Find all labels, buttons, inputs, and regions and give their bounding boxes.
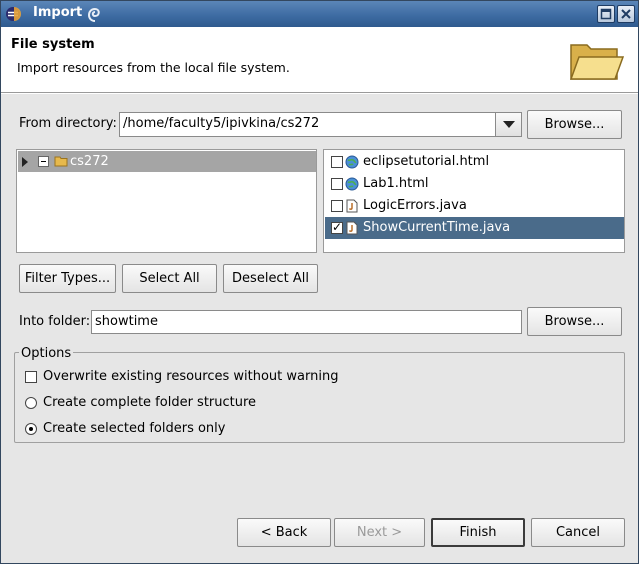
overwrite-label[interactable]: Overwrite existing resources without war… (43, 369, 338, 384)
complete-structure-label[interactable]: Create complete folder structure (43, 395, 256, 410)
into-folder-browse-button[interactable]: Browse... (527, 307, 622, 336)
swirl-icon (88, 7, 100, 22)
file-name: eclipsetutorial.html (363, 154, 490, 169)
file-list[interactable]: eclipsetutorial.html Lab1.html LogicErro… (323, 149, 625, 253)
from-directory-label: From directory: (19, 116, 117, 131)
into-folder-label: Into folder: (19, 314, 91, 329)
tree-checkbox[interactable] (38, 156, 49, 167)
list-item[interactable]: eclipsetutorial.html (325, 151, 624, 173)
expand-arrow-icon[interactable] (22, 157, 28, 167)
java-file-icon (346, 221, 358, 235)
next-button: Next > (334, 518, 425, 547)
close-icon (621, 9, 631, 19)
page-description: Import resources from the local file sys… (17, 60, 290, 75)
file-checkbox[interactable] (331, 220, 343, 234)
eclipse-icon (6, 7, 21, 21)
maximize-icon (600, 8, 612, 20)
wizard-header: File system Import resources from the lo… (1, 27, 638, 93)
list-item[interactable]: Lab1.html (325, 173, 624, 195)
maximize-button[interactable] (597, 5, 615, 23)
open-folder-icon (569, 44, 625, 80)
file-name: LogicErrors.java (363, 198, 467, 213)
page-title: File system (11, 37, 95, 52)
options-title: Options (19, 346, 74, 361)
from-directory-combo[interactable]: /home/faculty5/ipivkina/cs272 (119, 112, 522, 137)
file-checkbox[interactable] (331, 200, 343, 212)
list-item[interactable]: LogicErrors.java (325, 195, 624, 217)
cancel-button[interactable]: Cancel (531, 518, 625, 547)
file-name: Lab1.html (363, 176, 429, 191)
tree-item-cs272[interactable]: cs272 (18, 151, 316, 172)
from-directory-browse-button[interactable]: Browse... (527, 110, 622, 139)
tree-item-label: cs272 (70, 154, 109, 169)
back-button[interactable]: < Back (237, 518, 331, 547)
file-name: ShowCurrentTime.java (363, 220, 511, 235)
title-bar[interactable]: Import (1, 1, 638, 27)
finish-button[interactable]: Finish (431, 518, 525, 547)
select-all-button[interactable]: Select All (122, 264, 217, 293)
html-globe-icon (345, 155, 359, 169)
filter-types-button[interactable]: Filter Types... (19, 264, 116, 293)
into-folder-input[interactable]: showtime (91, 310, 522, 334)
import-dialog: Import File system Import resources from… (0, 0, 639, 564)
folder-tree[interactable]: cs272 (16, 149, 317, 253)
overwrite-checkbox[interactable] (25, 371, 37, 383)
from-directory-value[interactable]: /home/faculty5/ipivkina/cs272 (123, 116, 319, 131)
java-file-icon (346, 199, 358, 213)
list-item[interactable]: ShowCurrentTime.java (325, 217, 624, 239)
header-divider (1, 93, 638, 94)
file-checkbox[interactable] (331, 156, 343, 168)
selected-only-radio[interactable] (25, 423, 37, 435)
complete-structure-radio[interactable] (25, 397, 37, 409)
window-title: Import (33, 5, 83, 20)
selected-only-label[interactable]: Create selected folders only (43, 421, 225, 436)
deselect-all-button[interactable]: Deselect All (223, 264, 318, 293)
file-checkbox[interactable] (331, 178, 343, 190)
html-globe-icon (345, 177, 359, 191)
close-button[interactable] (617, 5, 635, 23)
chevron-down-icon[interactable] (495, 113, 521, 136)
folder-icon (54, 156, 68, 167)
